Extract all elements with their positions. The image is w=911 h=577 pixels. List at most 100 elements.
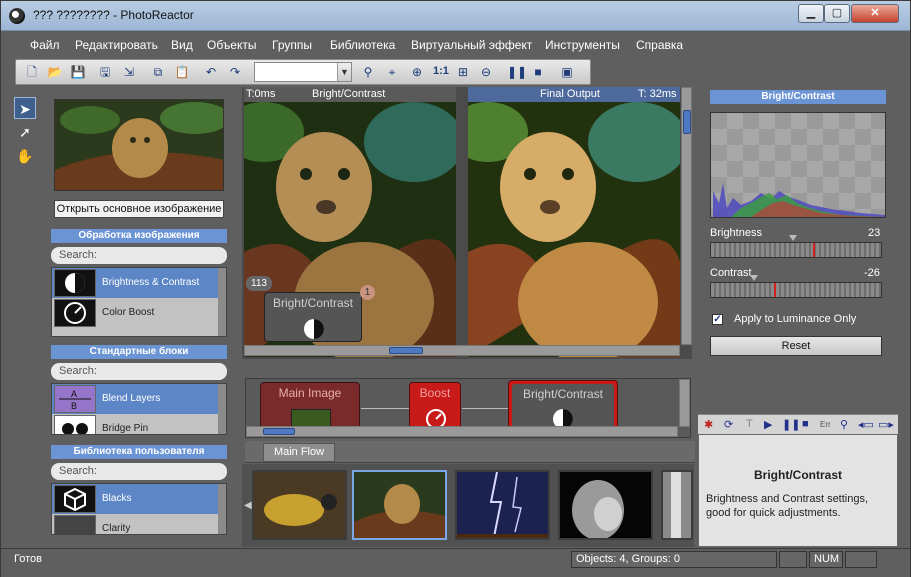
vertical-scrollbar[interactable]	[679, 379, 690, 427]
section-header-standard-blocks[interactable]: Стандартные блоки	[51, 345, 227, 359]
menu-help[interactable]: Справка	[636, 38, 683, 52]
refresh-icon[interactable]: ⟳	[724, 418, 733, 431]
redo-icon[interactable]: ↷	[227, 64, 243, 80]
menu-tools[interactable]: Инструменты	[545, 38, 620, 52]
chevron-down-icon[interactable]: ▼	[337, 63, 351, 81]
pause-icon[interactable]: ❚❚	[782, 418, 800, 431]
search-input[interactable]: Search:	[51, 247, 227, 264]
filmstrip-thumb-selected[interactable]	[352, 470, 447, 540]
stop-icon[interactable]: ■	[530, 64, 546, 80]
step-back-icon[interactable]: ◂▭	[858, 418, 874, 431]
scroll-left-icon[interactable]: ◀	[244, 500, 252, 511]
menu-groups[interactable]: Группы	[272, 38, 312, 52]
bright-contrast-node-overlay[interactable]: Bright/Contrast	[264, 292, 362, 342]
undo-icon[interactable]: ↶	[203, 64, 219, 80]
section-header-user-library[interactable]: Библиотека пользователя	[51, 445, 227, 459]
layout-icon[interactable]: ▣	[559, 64, 575, 80]
right-view-title: Final Output	[540, 88, 600, 100]
filmstrip-thumb[interactable]	[455, 470, 550, 540]
zoom-combo[interactable]: ▼	[254, 62, 352, 82]
search-input[interactable]: Search:	[51, 363, 227, 380]
reset-button[interactable]: Reset	[710, 336, 882, 356]
stop-icon[interactable]: ■	[802, 418, 809, 430]
description-text: Brightness and Contrast settings, good f…	[706, 493, 869, 519]
list-item[interactable]: Clarity	[52, 514, 220, 534]
open-main-image-button[interactable]: Открыть основное изображение	[54, 200, 224, 218]
scrollbar[interactable]	[218, 268, 226, 336]
scroll-thumb[interactable]	[683, 110, 691, 134]
link-select-icon[interactable]: ➚	[14, 121, 36, 143]
partial-thumbnail-image	[663, 472, 691, 538]
play-icon[interactable]: ▶	[764, 418, 772, 431]
fit-icon[interactable]: ⊞	[455, 64, 471, 80]
section-header-image-processing[interactable]: Обработка изображения	[51, 229, 227, 243]
zoom-out-icon[interactable]: ⊖	[478, 64, 494, 80]
list-item[interactable]: Brightness & Contrast	[52, 268, 220, 298]
list-item[interactable]: Blacks	[52, 484, 220, 514]
node-body: Bright/Contrast	[512, 384, 614, 432]
step-forward-icon[interactable]: ▭▸	[878, 418, 894, 431]
clarity-icon	[54, 515, 96, 534]
transport-t[interactable]: T	[746, 418, 753, 430]
histogram-graph	[713, 183, 885, 217]
menu-virtual-effect[interactable]: Виртуальный эффект	[411, 38, 532, 52]
list-item[interactable]: AB Blend Layers	[52, 384, 220, 414]
left-view-time: T:0ms	[246, 88, 276, 100]
zoom-in-icon[interactable]: ⊕	[409, 64, 425, 80]
close-button[interactable]: ✕	[851, 4, 899, 23]
scrollbar[interactable]	[218, 484, 226, 534]
horizontal-scrollbar[interactable]	[246, 426, 678, 437]
preview-image-right[interactable]	[468, 102, 680, 357]
image-view-area: T:0ms Bright/Contrast Final Output T: 32…	[242, 87, 692, 359]
filmstrip-thumb[interactable]	[252, 470, 347, 540]
menu-objects[interactable]: Объекты	[207, 38, 257, 52]
new-file-icon[interactable]: 🗋	[24, 64, 40, 80]
paste-icon[interactable]: 📋	[174, 64, 190, 80]
tab-main-flow[interactable]: Main Flow	[263, 443, 335, 462]
luminance-checkbox[interactable]: ✓	[712, 314, 723, 325]
pause-icon[interactable]: ❚❚	[507, 64, 527, 80]
select-arrow-icon[interactable]: ➤	[14, 97, 36, 119]
menu-view[interactable]: Вид	[171, 38, 193, 52]
filmstrip-thumb[interactable]	[661, 470, 693, 540]
brightness-label: Brightness	[710, 227, 762, 239]
brightness-contrast-icon	[304, 319, 324, 339]
export-icon[interactable]: ⇲	[121, 64, 137, 80]
settings-icon[interactable]: ✱	[704, 418, 713, 431]
maximize-button[interactable]: ▢	[824, 4, 850, 23]
brightness-slider[interactable]	[710, 235, 882, 258]
chameleon-thumbnail-image	[254, 472, 345, 538]
list-item[interactable]: Bridge Pin	[52, 414, 220, 434]
svg-text:A: A	[71, 389, 77, 399]
contrast-slider-handle[interactable]	[749, 275, 758, 281]
save-as-icon[interactable]: 🖫	[97, 64, 113, 80]
find-icon[interactable]: ⌖	[384, 64, 400, 80]
binoculars-icon[interactable]: ⚲	[360, 64, 376, 80]
menu-edit[interactable]: Редактировать	[75, 38, 158, 52]
copy-icon[interactable]: ⧉	[150, 64, 166, 80]
scrollbar[interactable]	[218, 384, 226, 434]
error-indicator[interactable]: Err	[820, 420, 831, 429]
filmstrip-thumb[interactable]	[558, 470, 653, 540]
zoom-1to1-button[interactable]: 1:1	[433, 65, 449, 77]
scroll-thumb[interactable]	[263, 428, 295, 435]
hand-pan-icon[interactable]: ✋	[14, 145, 36, 167]
contrast-slider[interactable]	[710, 275, 882, 298]
open-folder-icon[interactable]: 📂	[47, 64, 63, 80]
brightness-slider-handle[interactable]	[789, 235, 797, 241]
list-item[interactable]: Color Boost	[52, 298, 220, 328]
scroll-thumb[interactable]	[389, 347, 423, 354]
minimize-button[interactable]: ▁	[798, 4, 824, 23]
binoculars-icon[interactable]: ⚲	[840, 418, 848, 431]
flow-canvas[interactable]: Main Image Boost Bright/Contrast	[245, 378, 691, 438]
toolbar: 🗋 📂 💾 🖫 ⇲ ⧉ 📋 ↶ ↷ ▼ ⚲ ⌖ ⊕ 1:1 ⊞ ⊖ ❚❚ ■ ▣	[15, 59, 591, 85]
vertical-scrollbar[interactable]	[681, 87, 692, 345]
flow-tab-bar: Main Flow	[245, 441, 695, 463]
search-input[interactable]: Search:	[51, 463, 227, 480]
horizontal-scrollbar[interactable]	[244, 345, 680, 356]
save-icon[interactable]: 💾	[70, 64, 86, 80]
preview-image-left[interactable]: Bright/Contrast 113 1	[244, 102, 456, 357]
menu-file[interactable]: Файл	[30, 38, 60, 52]
menu-library[interactable]: Библиотека	[330, 38, 395, 52]
window-title: ??? ???????? - PhotoReactor	[33, 8, 194, 22]
